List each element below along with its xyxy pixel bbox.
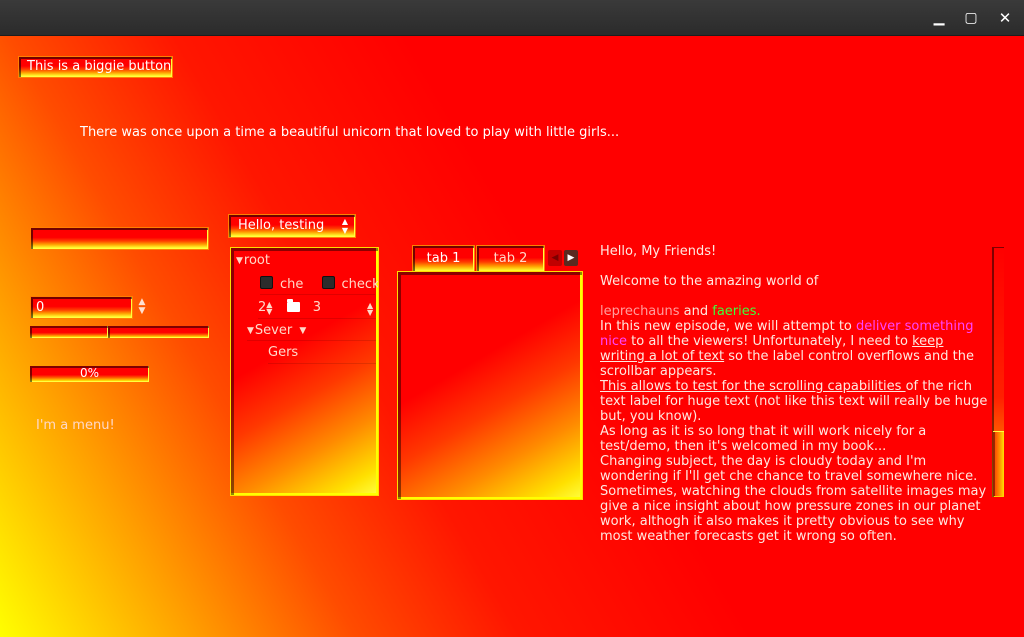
close-button[interactable]: ✕	[995, 8, 1015, 28]
tab-2[interactable]: tab 2	[476, 245, 545, 273]
tree-folder-value[interactable]: 3	[313, 300, 321, 315]
rich-paragraph-2: This allows to test for the scrolling ca…	[600, 379, 990, 424]
minimize-button[interactable]: ▁	[929, 8, 949, 28]
folder-icon	[286, 299, 300, 312]
rich-text-label: Hello, My Friends! Welcome to the amazin…	[600, 244, 990, 574]
tab-scroll-left-icon[interactable]: ◀	[548, 250, 562, 266]
expand-triangle-icon[interactable]: ▼	[236, 256, 243, 266]
rich-line-welcome: Welcome to the amazing world of	[600, 274, 819, 289]
scrollbar-thumb[interactable]	[993, 431, 1004, 496]
rich-paragraph-1: In this new episode, we will attempt to …	[600, 319, 990, 379]
tree-node-sever[interactable]: ▼Sever ▼	[247, 323, 376, 341]
tree-node-gers[interactable]: Gers	[268, 345, 376, 364]
rich-line-greeting: Hello, My Friends!	[600, 244, 717, 259]
spinner-up-down-icon[interactable]: ▲ ▼	[136, 298, 148, 318]
tree-root-label: root	[243, 253, 270, 268]
biggie-button[interactable]: This is a biggie button	[18, 56, 173, 78]
tab-scroll-right-icon[interactable]: ▶	[564, 250, 578, 266]
tree-gers-label: Gers	[268, 345, 299, 360]
expand-triangle-icon[interactable]: ▼	[247, 326, 254, 336]
leprechauns-text: leprechauns	[600, 304, 680, 319]
numeric-spinner-field[interactable]: 0	[30, 296, 133, 319]
checkbox-check2-label: check2	[341, 277, 379, 292]
dropdown-value: Hello, testing	[238, 218, 325, 233]
tree-sever-label: Sever	[254, 323, 293, 338]
tree-node-root[interactable]: ▼root	[236, 253, 270, 268]
faeries-text: faeries.	[712, 304, 761, 319]
window-titlebar: ▁ ▢ ✕	[0, 0, 1024, 36]
checkbox-check2[interactable]	[321, 276, 335, 289]
text-field[interactable]	[30, 227, 209, 250]
progress-bar: 0%	[30, 366, 149, 382]
and-text: and	[679, 304, 713, 319]
maximize-button[interactable]: ▢	[961, 8, 981, 28]
checkbox-che-label: che	[280, 277, 304, 292]
tree-node-spinners: 2▲ ▼ 3 ▲ ▼	[258, 299, 376, 319]
folder-spinner-arrows-icon[interactable]: ▲ ▼	[367, 302, 373, 317]
menu-label[interactable]: I'm a menu!	[36, 418, 115, 433]
split-bar-left[interactable]	[30, 326, 108, 338]
split-bar-right[interactable]	[108, 326, 209, 338]
rich-paragraph-3: As long as it is so long that it will wo…	[600, 424, 927, 454]
tab-1[interactable]: tab 1	[412, 245, 475, 273]
tree-view[interactable]: ▼root che check2 2▲▼ 3 ▲▼ ▼Sever ▼ Gers	[230, 247, 379, 496]
p1-text-a: In this new episode, we will attempt to	[600, 319, 857, 334]
tree-spinner-value[interactable]: 2	[258, 300, 266, 315]
story-label: There was once upon a time a beautiful u…	[80, 125, 620, 140]
tree-node-checks: che check2	[260, 276, 378, 295]
sever-dropdown-icon[interactable]: ▼	[299, 326, 306, 336]
checkbox-che[interactable]	[260, 276, 273, 289]
rich-line-creatures: leprechauns and faeries.	[600, 304, 990, 319]
p1-text-c: to all the viewers! Unfortunately, I nee…	[627, 334, 913, 349]
rich-paragraph-4: Changing subject, the day is cloudy toda…	[600, 454, 987, 544]
spinner-arrows-icon[interactable]: ▲ ▼	[266, 300, 272, 315]
testing-dropdown[interactable]: Hello, testing ▲ ▼	[228, 214, 356, 238]
dropdown-arrows-icon: ▲ ▼	[341, 217, 349, 235]
tab-content-panel	[397, 271, 583, 500]
p2-underline: This allows to test for the scrolling ca…	[600, 379, 906, 394]
app-canvas: This is a biggie button There was once u…	[0, 36, 1024, 637]
